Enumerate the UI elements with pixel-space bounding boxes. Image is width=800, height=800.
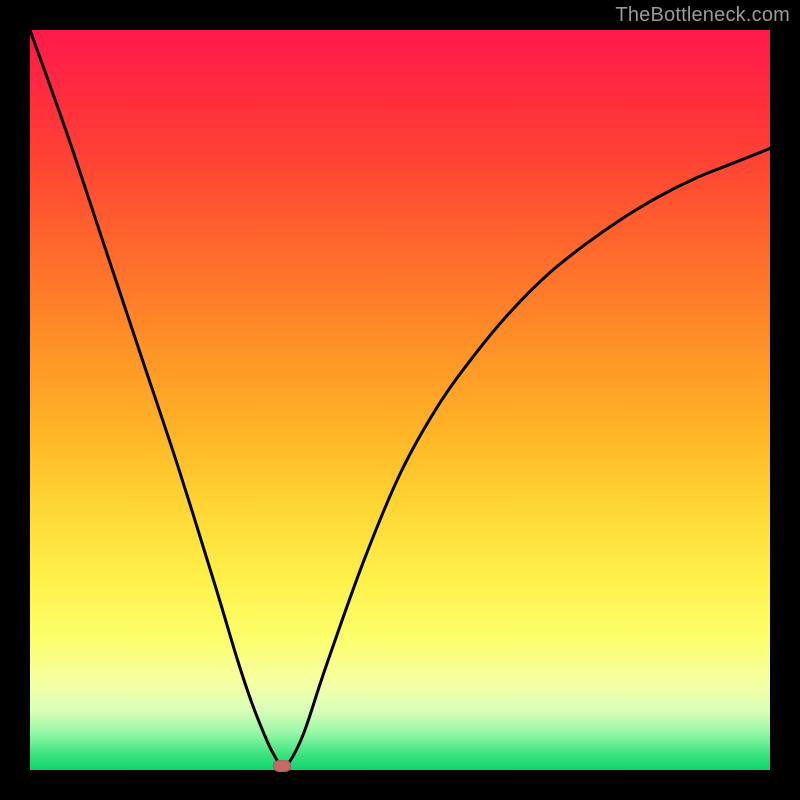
- curve-svg: [30, 30, 770, 770]
- chart-frame: TheBottleneck.com: [0, 0, 800, 800]
- bottleneck-curve: [30, 30, 770, 767]
- watermark-text: TheBottleneck.com: [615, 4, 790, 27]
- optimal-point-marker: [273, 760, 291, 772]
- plot-area: [30, 30, 770, 770]
